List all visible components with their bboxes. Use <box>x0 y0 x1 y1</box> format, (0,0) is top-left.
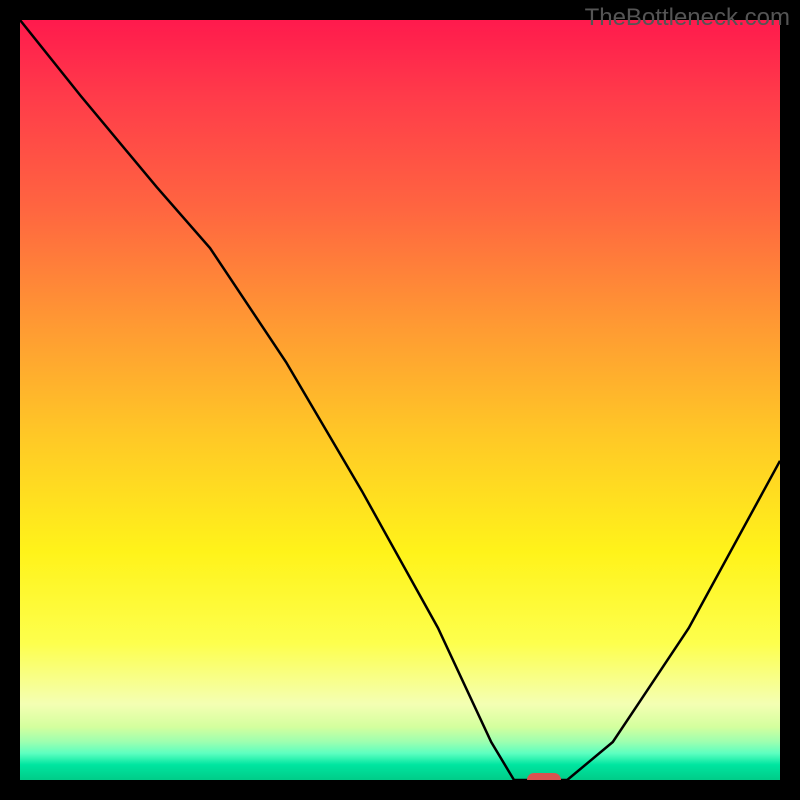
watermark-text: TheBottleneck.com <box>585 4 790 32</box>
plot-area <box>20 20 780 780</box>
optimal-marker <box>527 773 561 780</box>
curve-svg <box>20 20 780 780</box>
bottleneck-curve <box>20 20 780 780</box>
